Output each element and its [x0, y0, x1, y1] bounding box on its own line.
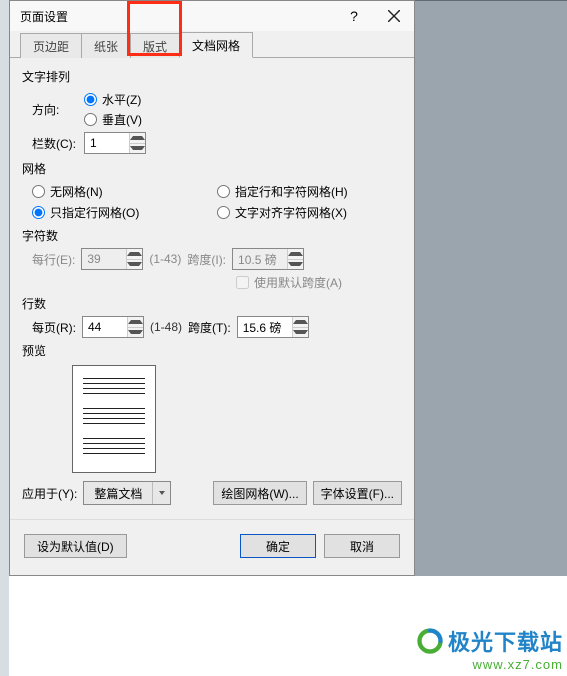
- set-default-button[interactable]: 设为默认值(D): [24, 534, 127, 558]
- watermark: 极光下载站 www.xz7.com: [416, 625, 563, 672]
- page-setup-dialog: 页面设置 ? 页边距 纸张 版式 文档网格 文字排列 方向: 水平(Z) 垂直(…: [9, 0, 415, 576]
- preview-section: 预览: [22, 342, 402, 359]
- apply-to-label: 应用于(Y):: [22, 485, 77, 502]
- apply-to-value: 整篇文档: [84, 485, 152, 502]
- grid-none-label: 无网格(N): [50, 183, 103, 200]
- columns-input[interactable]: [85, 133, 129, 153]
- char-pitch-spinner: [232, 248, 304, 270]
- per-page-spinner[interactable]: [82, 316, 144, 338]
- chevron-down-icon: [152, 482, 170, 504]
- tab-layout[interactable]: 版式: [130, 33, 180, 58]
- per-line-spinner: [81, 248, 143, 270]
- line-pitch-input[interactable]: [238, 317, 292, 337]
- columns-down[interactable]: [130, 143, 145, 154]
- grid-line-char-radio[interactable]: 指定行和字符网格(H): [217, 183, 402, 200]
- per-line-label: 每行(E):: [32, 251, 75, 268]
- per-page-down[interactable]: [128, 327, 143, 338]
- grid-line-char-label: 指定行和字符网格(H): [235, 183, 348, 200]
- per-page-label: 每页(R):: [32, 319, 76, 336]
- grid-none-radio[interactable]: 无网格(N): [32, 183, 217, 200]
- close-button[interactable]: [374, 1, 414, 31]
- titlebar: 页面设置 ?: [10, 1, 414, 31]
- bg-left-strip: [0, 0, 9, 676]
- grid-section: 网格: [22, 160, 402, 177]
- line-pitch-label: 跨度(T):: [188, 319, 231, 336]
- tab-paper[interactable]: 纸张: [81, 33, 131, 58]
- columns-label: 栏数(C):: [22, 135, 84, 152]
- chars-section: 字符数: [22, 227, 402, 244]
- dialog-content: 文字排列 方向: 水平(Z) 垂直(V) 栏数(C): 网格 无网格(N): [10, 58, 414, 515]
- preview-thumbnail: [72, 365, 156, 473]
- line-pitch-down[interactable]: [293, 327, 308, 338]
- dialog-footer: 设为默认值(D) 确定 取消: [10, 524, 414, 570]
- per-line-input: [82, 249, 126, 269]
- help-button[interactable]: ?: [334, 1, 374, 31]
- columns-up[interactable]: [130, 133, 145, 143]
- direction-vertical-label: 垂直(V): [102, 111, 142, 128]
- per-page-input[interactable]: [83, 317, 127, 337]
- char-pitch-label: 跨度(I):: [187, 251, 226, 268]
- grid-line-only-label: 只指定行网格(O): [50, 204, 139, 221]
- bg-right-strip: [415, 0, 567, 576]
- ok-button[interactable]: 确定: [240, 534, 316, 558]
- apply-to-select[interactable]: 整篇文档: [83, 481, 171, 505]
- use-default-pitch-label: 使用默认跨度(A): [254, 274, 342, 291]
- watermark-url: www.xz7.com: [416, 657, 563, 672]
- tab-bar: 页边距 纸张 版式 文档网格: [10, 31, 414, 58]
- line-pitch-up[interactable]: [293, 317, 308, 327]
- dialog-title: 页面设置: [20, 8, 334, 25]
- tab-margins[interactable]: 页边距: [20, 33, 82, 58]
- font-settings-button[interactable]: 字体设置(F)...: [313, 481, 402, 505]
- direction-horizontal-label: 水平(Z): [102, 91, 141, 108]
- direction-vertical-radio[interactable]: 垂直(V): [84, 111, 142, 128]
- use-default-pitch-checkbox: 使用默认跨度(A): [236, 274, 342, 291]
- draw-grid-button[interactable]: 绘图网格(W)...: [213, 481, 306, 505]
- char-pitch-input: [233, 249, 287, 269]
- grid-align-char-radio[interactable]: 文字对齐字符网格(X): [217, 204, 402, 221]
- per-line-range: (1-43): [149, 252, 181, 266]
- tab-document-grid[interactable]: 文档网格: [179, 32, 253, 58]
- direction-horizontal-radio[interactable]: 水平(Z): [84, 91, 142, 108]
- grid-align-char-label: 文字对齐字符网格(X): [235, 204, 347, 221]
- direction-label: 方向:: [22, 101, 84, 118]
- text-arrange-section: 文字排列: [22, 68, 402, 85]
- watermark-logo-icon: [416, 627, 444, 655]
- cancel-button[interactable]: 取消: [324, 534, 400, 558]
- lines-section: 行数: [22, 295, 402, 312]
- per-page-range: (1-48): [150, 320, 182, 334]
- columns-spinner[interactable]: [84, 132, 146, 154]
- line-pitch-spinner[interactable]: [237, 316, 309, 338]
- per-page-up[interactable]: [128, 317, 143, 327]
- watermark-brand: 极光下载站: [448, 625, 563, 657]
- grid-line-only-radio[interactable]: 只指定行网格(O): [32, 204, 217, 221]
